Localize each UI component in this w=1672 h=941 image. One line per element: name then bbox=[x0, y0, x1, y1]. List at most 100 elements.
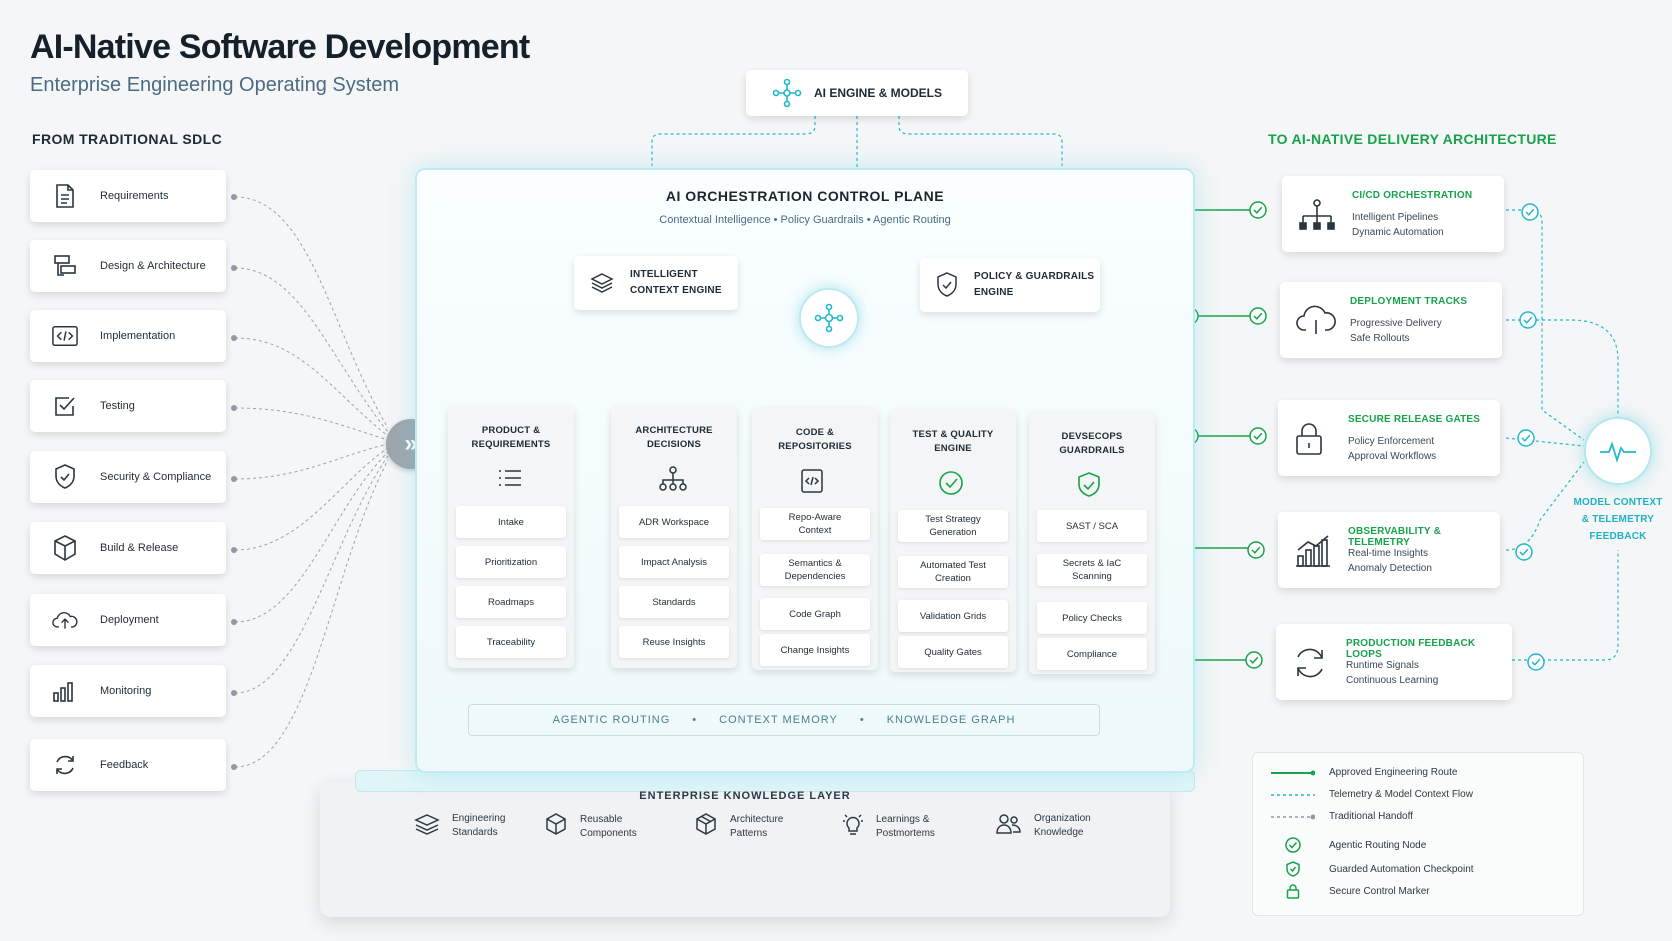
page-title: AI-Native Software Development bbox=[30, 28, 530, 66]
context-engine-card[interactable]: INTELLIGENT CONTEXT ENGINE bbox=[574, 256, 738, 310]
column-item[interactable]: Roadmaps bbox=[456, 586, 566, 618]
column-item[interactable]: Policy Checks bbox=[1037, 602, 1147, 634]
legend: Approved Engineering Route Telemetry & M… bbox=[1252, 752, 1584, 916]
connector-dot bbox=[231, 265, 237, 271]
sdlc-item-feedback[interactable]: Feedback bbox=[30, 739, 226, 791]
sdlc-item-label: Security & Compliance bbox=[100, 471, 212, 483]
control-plane-subtitle: Contextual Intelligence • Policy Guardra… bbox=[659, 214, 951, 226]
cloud-upload-icon bbox=[52, 607, 78, 633]
column-item[interactable]: Quality Gates bbox=[898, 636, 1008, 668]
column-item[interactable]: ADR Workspace bbox=[619, 506, 729, 538]
box-icon bbox=[52, 535, 78, 561]
routing-bar: AGENTIC ROUTING • CONTEXT MEMORY • KNOWL… bbox=[468, 704, 1100, 736]
bar-chart-icon bbox=[52, 678, 78, 704]
delivery-card-feedback-loops[interactable]: PRODUCTION FEEDBACK LOOPS Runtime Signal… bbox=[1276, 624, 1512, 700]
agentic-routing-node bbox=[1515, 543, 1533, 561]
delivery-card-title: CI/CD ORCHESTRATION bbox=[1352, 190, 1473, 201]
ai-engine-models-button[interactable]: AI ENGINE & MODELS bbox=[746, 70, 968, 116]
sdlc-item-label: Feedback bbox=[100, 759, 149, 771]
knowledge-item-learnings[interactable]: Learnings & Postmortems bbox=[842, 812, 935, 841]
sdlc-item-design[interactable]: Design & Architecture bbox=[30, 240, 226, 292]
legend-item-guarded-checkpoint: Guarded Automation Checkpoint bbox=[1271, 861, 1474, 877]
sdlc-item-requirements[interactable]: Requirements bbox=[30, 170, 226, 222]
knowledge-label: Reusable bbox=[580, 813, 623, 825]
sdlc-item-label: Deployment bbox=[100, 614, 159, 626]
knowledge-label: Architecture bbox=[730, 813, 784, 825]
sdlc-item-security[interactable]: Security & Compliance bbox=[30, 451, 226, 503]
orchestration-hub[interactable] bbox=[799, 288, 859, 348]
delivery-card-title: PRODUCTION FEEDBACK LOOPS bbox=[1346, 638, 1476, 660]
delivery-card-release-gates[interactable]: SECURE RELEASE GATES Policy Enforcement A… bbox=[1278, 400, 1500, 476]
telemetry-feedback-hub[interactable] bbox=[1584, 417, 1652, 485]
column-item[interactable]: Validation Grids bbox=[898, 600, 1008, 632]
design-icon bbox=[52, 253, 78, 279]
agentic-routing-node bbox=[1245, 651, 1263, 669]
sdlc-item-monitoring[interactable]: Monitoring bbox=[30, 665, 226, 717]
column-item[interactable]: Reuse Insights bbox=[619, 626, 729, 658]
column-devsecops: DEVSECOPS GUARDRAILS SAST / SCA Secrets &… bbox=[1029, 412, 1155, 674]
check-circle-icon bbox=[1271, 837, 1315, 853]
check-circle-icon bbox=[938, 470, 964, 501]
network-icon bbox=[772, 78, 802, 108]
column-title: DECISIONS bbox=[646, 439, 702, 450]
sdlc-item-deployment[interactable]: Deployment bbox=[30, 594, 226, 646]
column-item[interactable]: Intake bbox=[456, 506, 566, 538]
sdlc-item-testing[interactable]: Testing bbox=[30, 380, 226, 432]
enterprise-knowledge-layer bbox=[320, 782, 1170, 917]
column-item[interactable]: Impact Analysis bbox=[619, 546, 729, 578]
panel-base-plate bbox=[355, 770, 1195, 792]
column-item[interactable]: Change Insights bbox=[760, 634, 870, 666]
knowledge-item-components[interactable]: Reusable Components bbox=[544, 812, 637, 841]
column-title: REPOSITORIES bbox=[778, 441, 852, 452]
column-item[interactable]: Semantics & Dependencies bbox=[760, 554, 870, 586]
column-title: TEST & QUALITY bbox=[912, 429, 994, 440]
column-item[interactable]: Test Strategy Generation bbox=[898, 510, 1008, 542]
routing-label: KNOWLEDGE GRAPH bbox=[886, 714, 1016, 726]
delivery-card-desc: Real-time Insights Anomaly Detection bbox=[1348, 548, 1432, 574]
column-item[interactable]: Code Graph bbox=[760, 598, 870, 630]
knowledge-item-patterns[interactable]: Architecture Patterns bbox=[694, 812, 783, 841]
hierarchy-icon bbox=[659, 466, 687, 497]
page-subtitle: Enterprise Engineering Operating System bbox=[30, 74, 400, 96]
column-item[interactable]: Prioritization bbox=[456, 546, 566, 578]
sdlc-item-implementation[interactable]: Implementation bbox=[30, 310, 226, 362]
column-item[interactable]: Automated Test Creation bbox=[898, 556, 1008, 588]
column-item[interactable]: Compliance bbox=[1037, 638, 1147, 670]
policy-engine-card[interactable]: POLICY & GUARDRAILS ENGINE bbox=[920, 258, 1100, 312]
connector-dot bbox=[231, 194, 237, 200]
delivery-card-observability[interactable]: OBSERVABILITY & TELEMETRY Real-time Insi… bbox=[1278, 512, 1500, 588]
sdlc-item-build[interactable]: Build & Release bbox=[30, 522, 226, 574]
sdlc-item-label: Testing bbox=[100, 400, 135, 412]
people-icon bbox=[996, 813, 1022, 840]
column-item[interactable]: Secrets & IaC Scanning bbox=[1037, 554, 1147, 586]
column-item[interactable]: Repo-Aware Context bbox=[760, 508, 870, 540]
engine-label: ENGINE bbox=[974, 287, 1014, 298]
sdlc-item-label: Requirements bbox=[100, 190, 169, 202]
sdlc-item-label: Implementation bbox=[100, 330, 176, 342]
knowledge-label: Organization bbox=[1034, 813, 1091, 824]
control-plane-title: AI ORCHESTRATION CONTROL PLANE bbox=[665, 188, 945, 204]
column-title: CODE & bbox=[795, 427, 835, 438]
knowledge-item-organization[interactable]: Organization Knowledge bbox=[996, 812, 1091, 840]
cube-icon bbox=[544, 812, 568, 841]
column-item[interactable]: Standards bbox=[619, 586, 729, 618]
column-item[interactable]: Traceability bbox=[456, 626, 566, 658]
connector-dot bbox=[231, 547, 237, 553]
delivery-card-cicd[interactable]: CI/CD ORCHESTRATION Intelligent Pipeline… bbox=[1282, 176, 1504, 252]
engine-label: CONTEXT ENGINE bbox=[630, 285, 722, 296]
delivery-card-title: SECURE RELEASE GATES bbox=[1348, 414, 1481, 425]
code-file-icon bbox=[800, 468, 824, 499]
column-item[interactable]: SAST / SCA bbox=[1037, 510, 1147, 542]
pulse-icon bbox=[1600, 441, 1636, 463]
document-icon bbox=[52, 183, 78, 209]
column-title: PRODUCT & bbox=[481, 425, 541, 436]
delivery-card-title: DEPLOYMENT TRACKS bbox=[1350, 296, 1468, 307]
knowledge-layer-title: ENTERPRISE KNOWLEDGE LAYER bbox=[639, 790, 851, 802]
knowledge-label: Components bbox=[580, 827, 637, 839]
knowledge-item-standards[interactable]: Engineering Standards bbox=[414, 812, 505, 840]
pipeline-icon bbox=[1298, 198, 1336, 237]
sdlc-item-label: Build & Release bbox=[100, 542, 179, 554]
delivery-card-title: OBSERVABILITY & TELEMETRY bbox=[1348, 526, 1442, 548]
ai-engine-label: AI ENGINE & MODELS bbox=[813, 86, 942, 100]
delivery-card-deployment[interactable]: DEPLOYMENT TRACKS Progressive Delivery Sa… bbox=[1280, 282, 1502, 358]
